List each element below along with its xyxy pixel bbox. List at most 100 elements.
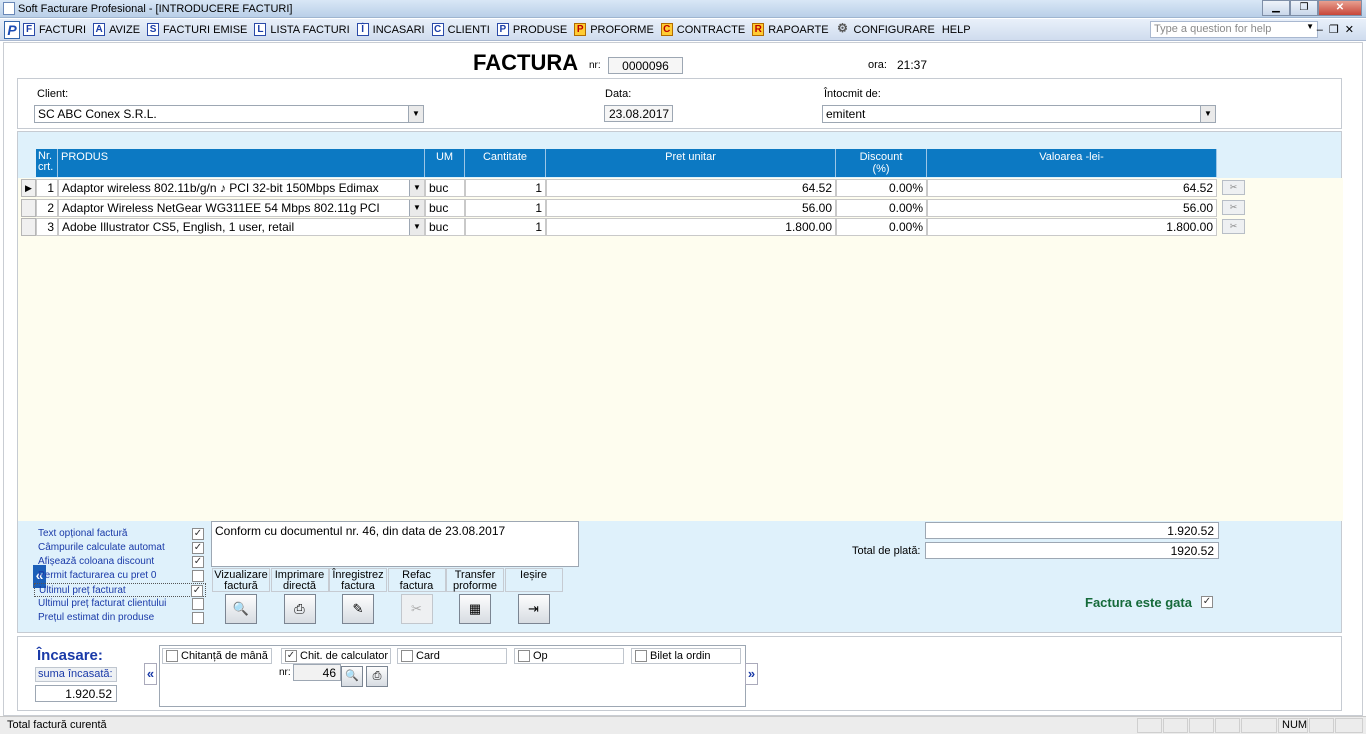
option-checkbox[interactable]: ✓ [192,556,204,568]
transfer-icon[interactable]: ▦ [459,594,491,624]
col-header-um[interactable]: UM [425,149,465,177]
print-icon[interactable]: ⎙ [283,594,316,624]
menu-item-avize[interactable]: A AVIZE [93,23,140,36]
cell-cantitate[interactable]: 1 [465,179,546,197]
client-combo[interactable]: SC ABC Conex S.R.L. ▼ [34,105,424,123]
option-row[interactable]: Prețul estimat din produse [34,611,206,625]
cell-um[interactable]: buc [425,218,465,236]
cell-cantitate[interactable]: 1 [465,198,546,217]
cell-um[interactable]: buc [425,198,465,217]
option-row[interactable]: Permit facturarea cu pret 0 [34,569,206,583]
cell-valoare[interactable]: 56.00 [927,198,1217,217]
menu-item-contracte[interactable]: C CONTRACTE [660,23,745,36]
cell-nr[interactable]: 3 [36,218,58,236]
cell-produs[interactable]: Adaptor Wireless NetGear WG311EE 54 Mbps… [58,198,425,217]
receipt-nr-field[interactable]: 46 [293,664,341,681]
option-checkbox[interactable] [192,612,204,624]
col-header-cantitate[interactable]: Cantitate [465,149,546,177]
col-header-nr[interactable]: Nr. crt. [36,149,58,177]
chevron-down-icon[interactable]: ▼ [1306,22,1314,31]
cell-produs[interactable]: Adobe Illustrator CS5, English, 1 user, … [58,218,425,236]
payment-method-checkbox[interactable] [635,650,647,662]
cell-discount[interactable]: 0.00% [836,218,927,236]
redo-icon[interactable]: ✂ [400,594,433,624]
menu-item-facturi[interactable]: F FACTURI [23,23,86,36]
cell-cantitate[interactable]: 1 [465,218,546,236]
payment-method-checkbox[interactable] [166,650,178,662]
delete-row-button[interactable]: ✂ [1222,180,1245,195]
chevron-down-icon[interactable]: ▼ [409,199,424,216]
row-selector[interactable] [21,198,36,217]
optional-text-field[interactable]: Conform cu documentul nr. 46, din data d… [211,521,579,567]
row-selector[interactable] [21,218,36,236]
delete-row-button[interactable]: ✂ [1222,199,1245,215]
next-payment-button[interactable]: » [745,663,758,685]
prev-payment-button[interactable]: « [144,663,157,685]
amount-field[interactable]: 1.920.52 [35,685,117,702]
col-header-pret[interactable]: Pret unitar [546,149,836,177]
menu-item-configurare[interactable]: ⚙ CONFIGURARE [836,22,935,36]
col-header-discount[interactable]: Discount (%) [836,149,927,177]
cell-valoare[interactable]: 1.800.00 [927,218,1217,236]
payment-method-option[interactable]: Chitanță de mână [162,648,272,664]
cell-nr[interactable]: 1 [36,179,58,197]
cell-discount[interactable]: 0.00% [836,198,927,217]
chevron-down-icon[interactable]: ▼ [409,219,424,235]
cell-discount[interactable]: 0.00% [836,179,927,197]
option-checkbox[interactable]: ✓ [192,528,204,540]
time-label: ora: [868,59,887,71]
col-header-valoare[interactable]: Valoarea -lei- [927,149,1217,177]
invoice-nr-field[interactable]: 0000096 [608,57,683,74]
issued-by-combo[interactable]: emitent ▼ [822,105,1216,123]
exit-icon[interactable]: ⇥ [517,594,550,624]
option-checkbox[interactable] [192,570,204,582]
delete-row-button[interactable]: ✂ [1222,219,1245,234]
maximize-button[interactable]: ❐ [1290,0,1318,16]
menu-item-lista-facturi[interactable]: L LISTA FACTURI [254,23,350,36]
col-header-produs[interactable]: PRODUS [58,149,425,177]
option-checkbox[interactable] [192,598,204,610]
option-row[interactable]: Ultimul preț facturat clientului [34,597,206,611]
option-row[interactable]: Câmpurile calculate automat ✓ [34,541,206,555]
date-field[interactable]: 23.08.2017 [604,105,673,122]
cell-produs[interactable]: Adaptor wireless 802.11b/g/n ♪ PCI 32-bi… [58,179,425,197]
menu-item-rapoarte[interactable]: R RAPOARTE [752,23,829,36]
menu-item-help[interactable]: HELP [942,24,971,36]
menu-item-produse[interactable]: P PRODUSE [496,23,567,36]
payment-method-checkbox[interactable] [401,650,413,662]
payment-method-checkbox[interactable]: ✓ [285,650,297,662]
cell-um[interactable]: buc [425,179,465,197]
save-icon[interactable]: ✎ [342,594,374,624]
menu-item-incasari[interactable]: Î INCASARI [356,23,425,36]
minimize-button[interactable]: ▁ [1262,0,1290,16]
option-row[interactable]: Ultimul preț facturat ✓ [34,583,206,597]
payment-method-checkbox[interactable] [518,650,530,662]
cell-pret[interactable]: 56.00 [546,198,836,217]
menu-item-clienti[interactable]: C CLIENTI [431,23,490,36]
payment-method-option[interactable]: Bilet la ordin [631,648,741,664]
close-button[interactable]: ✕ [1318,0,1362,16]
menu-item-proforme[interactable]: P PROFORME [574,23,654,36]
preview-icon[interactable]: 🔍 [225,594,257,624]
chevron-down-icon[interactable]: ▼ [409,180,424,196]
print-receipt-icon[interactable]: ⎙ [366,666,388,687]
cell-nr[interactable]: 2 [36,198,58,217]
payment-method-option[interactable]: ✓ Chit. de calculator [281,648,391,664]
chevron-down-icon[interactable]: ▼ [1200,106,1215,122]
chevron-down-icon[interactable]: ▼ [408,106,423,122]
payment-method-option[interactable]: Op [514,648,624,664]
mdi-window-controls[interactable]: –❐✕ [1317,23,1360,36]
option-row[interactable]: Afișează coloana discount ✓ [34,555,206,569]
option-row[interactable]: Text opțional factură ✓ [34,527,206,541]
payment-method-option[interactable]: Card [397,648,507,664]
help-search-input[interactable]: Type a question for help [1150,21,1318,38]
preview-receipt-icon[interactable]: 🔍 [341,666,363,687]
option-checkbox[interactable]: ✓ [191,585,203,597]
cell-valoare[interactable]: 64.52 [927,179,1217,197]
row-selector[interactable]: ▶ [21,179,36,197]
cell-pret[interactable]: 64.52 [546,179,836,197]
option-checkbox[interactable]: ✓ [192,542,204,554]
menu-item-facturi-emise[interactable]: S FACTURI EMISE [147,23,247,36]
cell-pret[interactable]: 1.800.00 [546,218,836,236]
invoice-ready-checkbox[interactable]: ✓ [1201,596,1213,608]
